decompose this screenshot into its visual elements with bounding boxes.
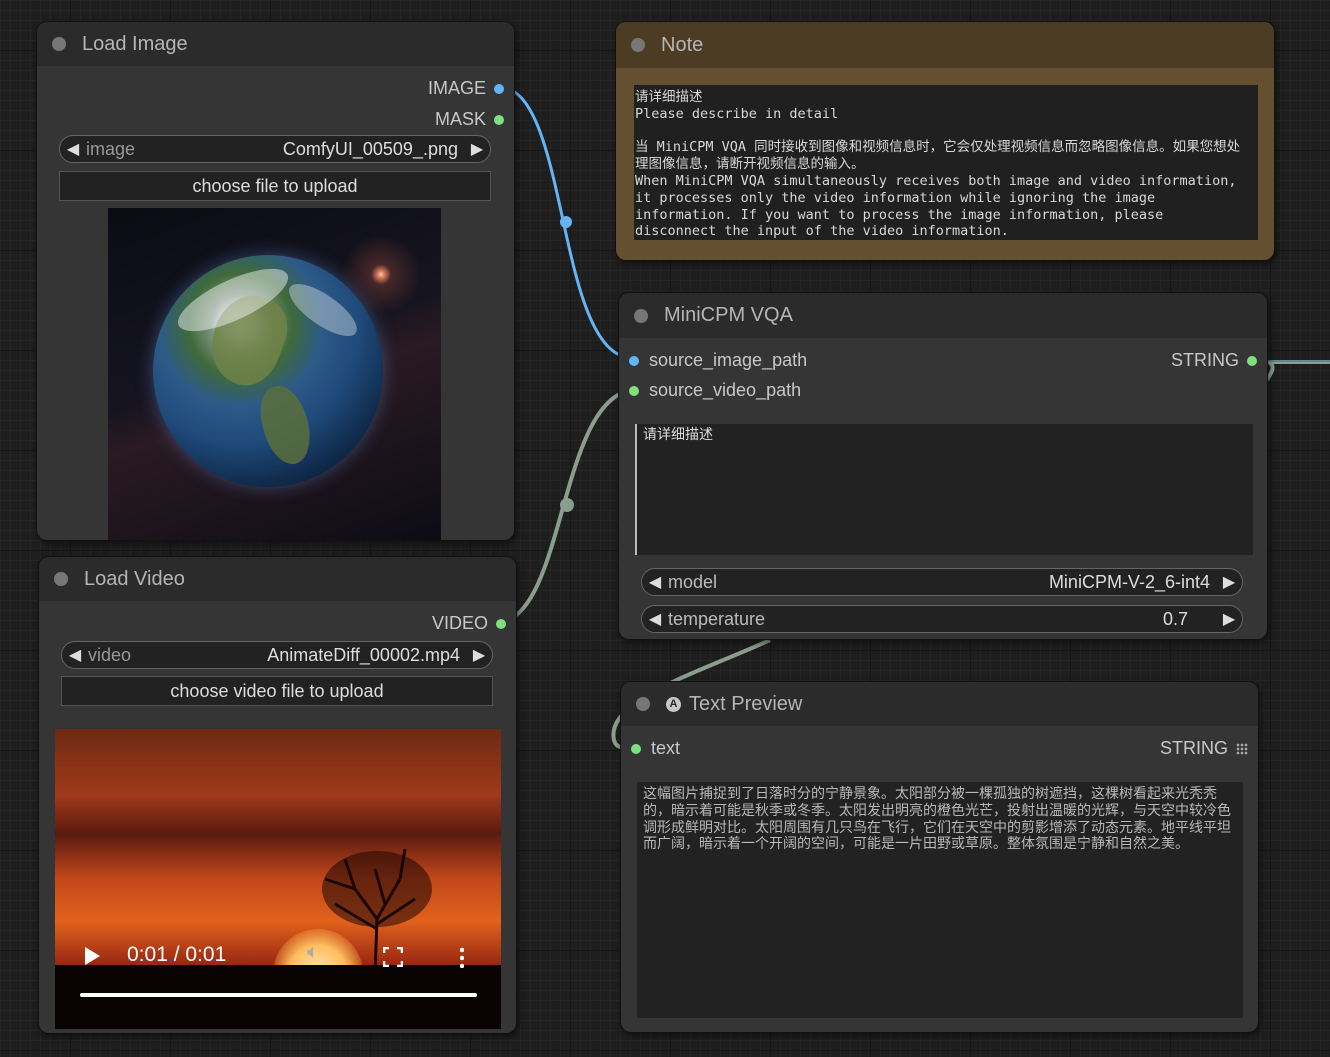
text-input-dot-icon[interactable] (631, 743, 641, 754)
image-select-widget[interactable]: ◀ image ComfyUI_00509_.png ▶ (59, 135, 491, 163)
badge-icon: A (666, 696, 681, 712)
output-label: STRING (1170, 350, 1239, 370)
arrow-right-icon[interactable]: ▶ (1216, 572, 1242, 592)
load-video-title-bar[interactable]: Load Video (39, 557, 516, 601)
widget-value: MiniCPM-V-2_6-int4 (1048, 571, 1210, 592)
load-video-node[interactable]: Load Video VIDEO ◀ video AnimateDiff_000… (39, 557, 516, 1033)
input-label: text (651, 738, 681, 758)
node-title: MiniCPM VQA (664, 304, 793, 326)
progress-track[interactable] (80, 993, 477, 997)
output-mask-slot[interactable]: MASK (435, 109, 504, 130)
arrow-left-icon[interactable]: ◀ (642, 609, 668, 629)
image-output-dot-icon[interactable] (494, 83, 504, 94)
more-options-icon[interactable] (460, 946, 464, 968)
collapse-dot-icon[interactable] (52, 37, 66, 51)
note-node[interactable]: Note 请详细描述 Please describe in detail 当 M… (616, 22, 1274, 260)
load-image-node[interactable]: Load Image IMAGE MASK ◀ image ComfyUI_00… (37, 22, 514, 540)
string-output-dot-icon[interactable] (1247, 355, 1257, 366)
input-text-slot[interactable]: text (631, 738, 680, 759)
playback-time: 0:01 / 0:01 (127, 943, 227, 966)
output-label: IMAGE (427, 78, 486, 98)
mask-output-dot-icon[interactable] (494, 114, 504, 125)
collapse-dot-icon[interactable] (54, 572, 68, 586)
tree-silhouette (55, 848, 501, 1029)
upload-video-button[interactable]: choose video file to upload (61, 676, 493, 706)
output-string-slot[interactable]: STRING (1160, 738, 1248, 759)
node-title: Note (661, 33, 704, 56)
note-textarea[interactable]: 请详细描述 Please describe in detail 当 MiniCP… (634, 85, 1258, 240)
video-wire (501, 388, 633, 624)
widget-value: ComfyUI_00509_.png (282, 138, 458, 159)
image-preview (108, 208, 441, 540)
output-image-slot[interactable]: IMAGE (428, 78, 504, 99)
output-string-slot[interactable]: STRING (1171, 350, 1257, 371)
widget-label: video (88, 644, 132, 665)
collapse-dot-icon[interactable] (631, 38, 645, 52)
minicpm-vqa-node[interactable]: MiniCPM VQA source_image_path source_vid… (619, 293, 1267, 639)
output-label: STRING (1159, 738, 1228, 758)
collapse-dot-icon[interactable] (634, 308, 648, 323)
widget-value: 0.7 (1162, 608, 1188, 629)
image-wire (498, 85, 633, 360)
input-label: source_video_path (649, 380, 802, 400)
widget-label: model (668, 571, 718, 592)
video-player[interactable]: 0:01 / 0:01 🔈︎ (55, 729, 501, 1029)
input-label: source_image_path (649, 350, 808, 370)
output-label: VIDEO (431, 613, 488, 633)
grid-output-icon[interactable] (1236, 742, 1248, 755)
prompt-textarea[interactable]: 请详细描述 (635, 424, 1253, 555)
input-image-slot[interactable]: source_image_path (629, 350, 807, 371)
volume-icon[interactable]: 🔈︎ (307, 941, 319, 964)
note-title-bar[interactable]: Note (616, 22, 1274, 68)
arrow-right-icon[interactable]: ▶ (466, 645, 492, 665)
video-select-widget[interactable]: ◀ video AnimateDiff_00002.mp4 ▶ (61, 641, 493, 669)
image-input-dot-icon[interactable] (629, 355, 639, 366)
widget-label: temperature (668, 608, 766, 629)
image-wire-midpoint (560, 216, 572, 228)
input-video-slot[interactable]: source_video_path (629, 380, 801, 401)
output-label: MASK (434, 109, 486, 129)
text-preview-title-bar[interactable]: A Text Preview (621, 682, 1258, 726)
arrow-left-icon[interactable]: ◀ (642, 572, 668, 592)
upload-image-button[interactable]: choose file to upload (59, 171, 491, 201)
node-title: Text Preview (689, 692, 803, 715)
model-widget[interactable]: ◀ model MiniCPM-V-2_6-int4 ▶ (641, 568, 1243, 596)
play-icon[interactable] (85, 947, 100, 965)
preview-textarea[interactable]: 这幅图片捕捉到了日落时分的宁静景象。太阳部分被一棵孤独的树遮挡，这棵树看起来光秃… (637, 782, 1243, 1018)
temperature-widget[interactable]: ◀ temperature 0.7 ▶ (641, 605, 1243, 633)
text-preview-node[interactable]: A Text Preview text STRING 这幅图片捕捉到了日落时分的… (621, 682, 1258, 1032)
widget-label: image (86, 138, 136, 159)
video-wire-midpoint (560, 498, 574, 512)
output-video-slot[interactable]: VIDEO (432, 613, 506, 634)
video-input-dot-icon[interactable] (629, 385, 639, 396)
earth-globe (153, 255, 383, 487)
load-image-title-bar[interactable]: Load Image (37, 22, 514, 66)
video-output-dot-icon[interactable] (496, 618, 506, 629)
node-title: Load Image (82, 32, 188, 55)
node-title: Load Video (84, 567, 185, 590)
arrow-right-icon[interactable]: ▶ (464, 139, 490, 159)
progress-fill (80, 993, 477, 997)
fullscreen-icon[interactable] (383, 947, 403, 967)
arrow-left-icon[interactable]: ◀ (60, 139, 86, 159)
widget-value: AnimateDiff_00002.mp4 (267, 644, 460, 665)
arrow-right-icon[interactable]: ▶ (1216, 609, 1242, 629)
minicpm-title-bar[interactable]: MiniCPM VQA (619, 293, 1267, 338)
arrow-left-icon[interactable]: ◀ (62, 645, 88, 665)
collapse-dot-icon[interactable] (636, 697, 650, 711)
